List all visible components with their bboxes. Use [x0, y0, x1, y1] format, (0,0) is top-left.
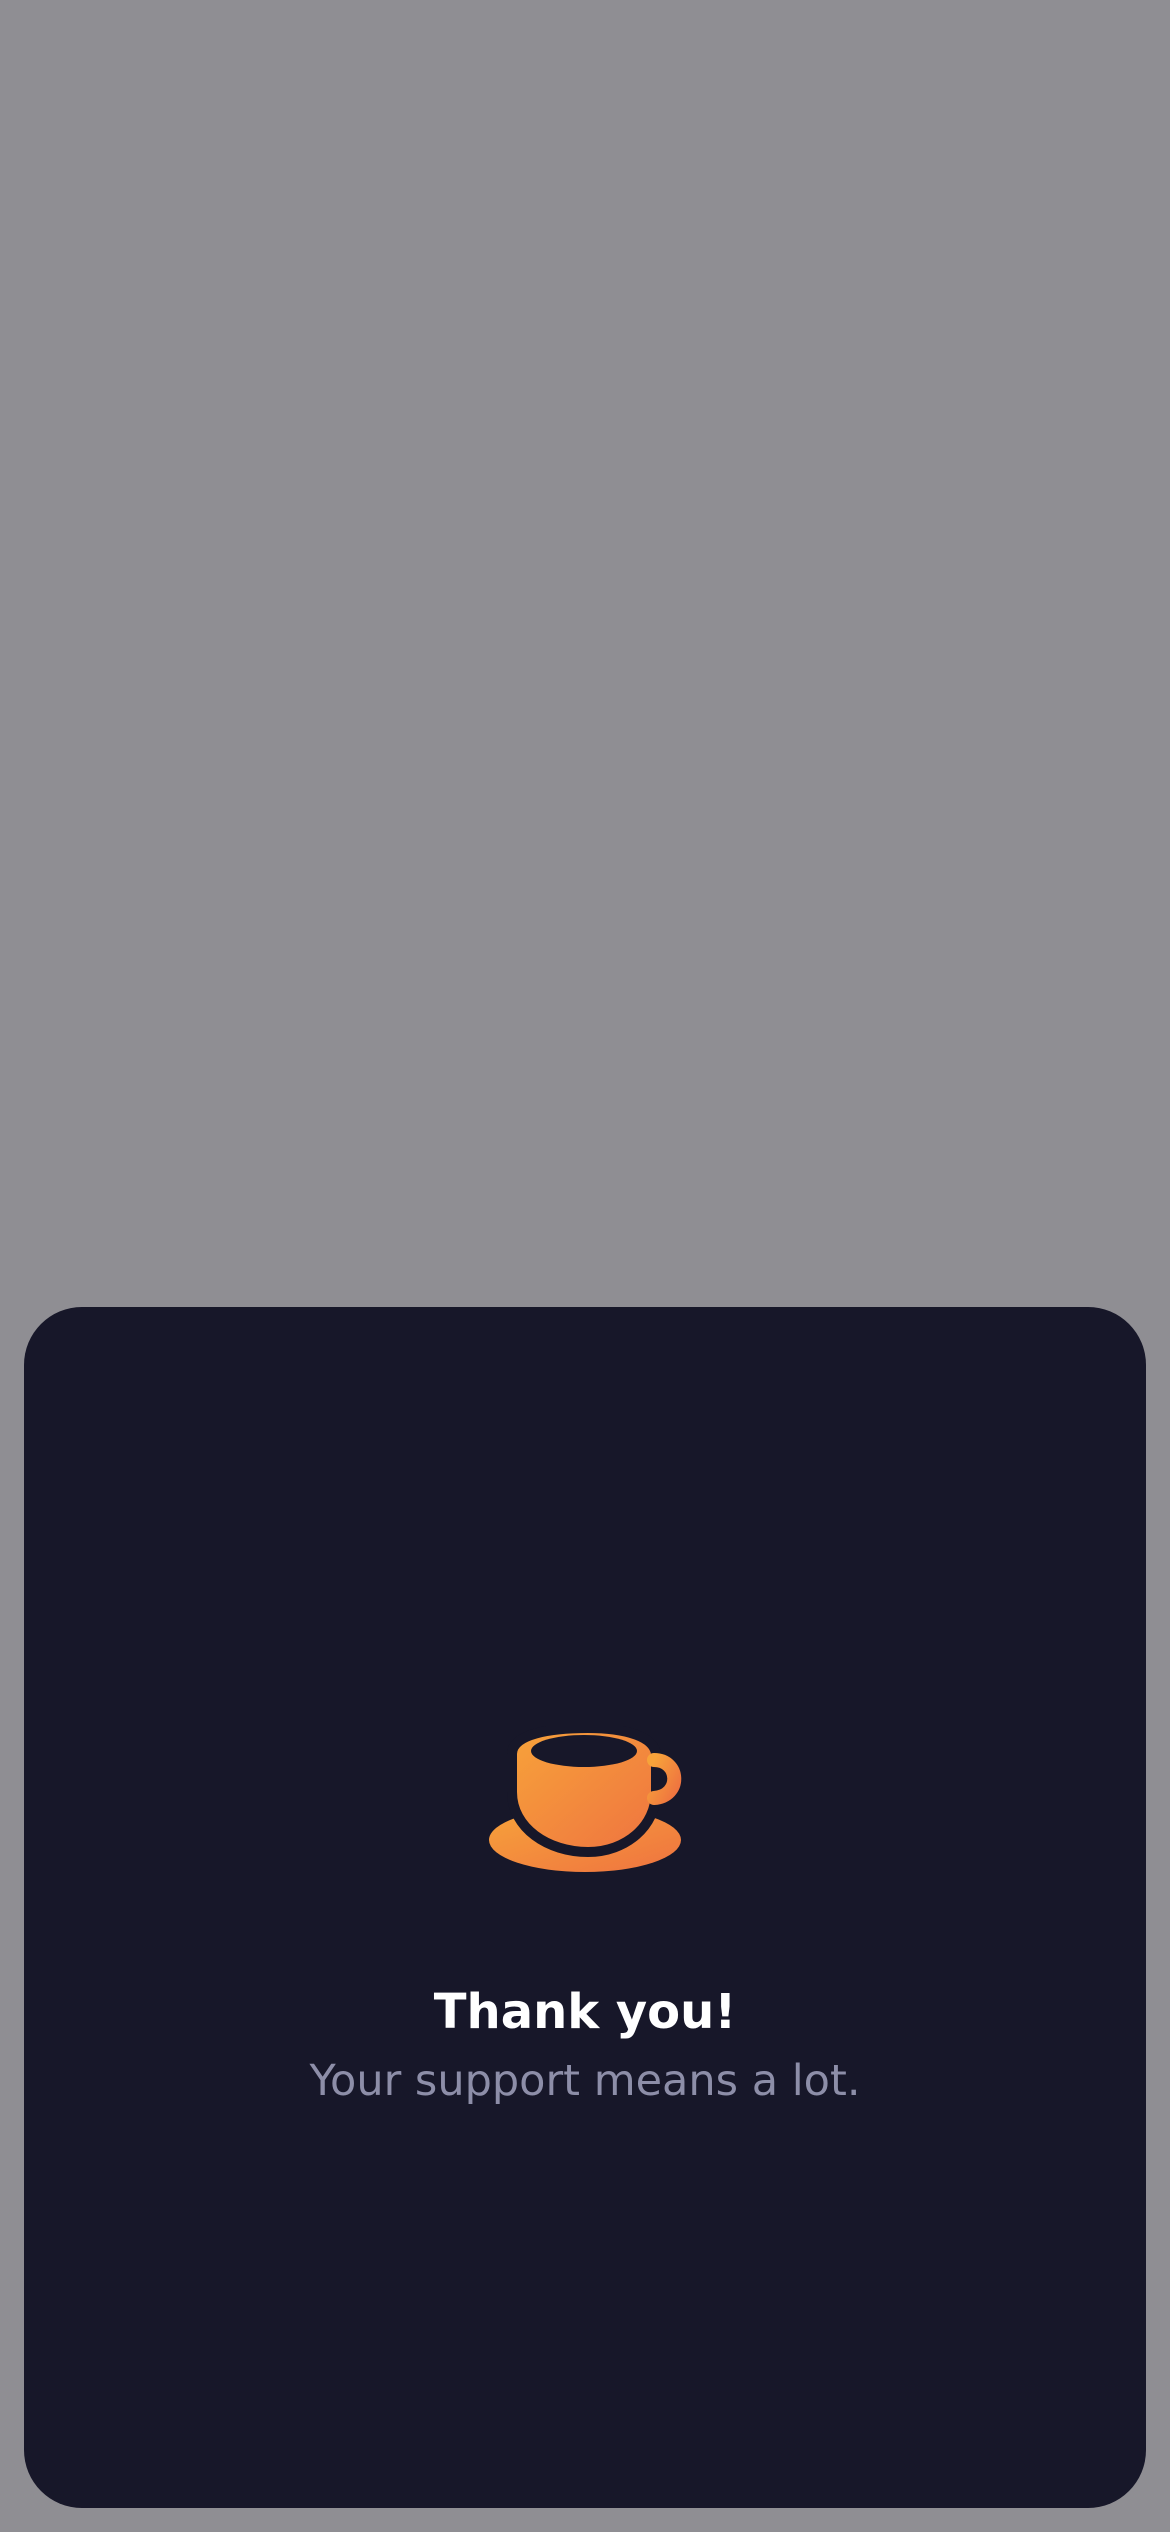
support-message: Your support means a lot. — [309, 2056, 861, 2106]
thank-you-sheet — [24, 1307, 1146, 2508]
thank-you-title: Thank you! — [433, 1984, 737, 2040]
screen: Thank you! Your support means a lot. — [0, 0, 1170, 2532]
coffee-cup-icon — [484, 1726, 684, 1886]
